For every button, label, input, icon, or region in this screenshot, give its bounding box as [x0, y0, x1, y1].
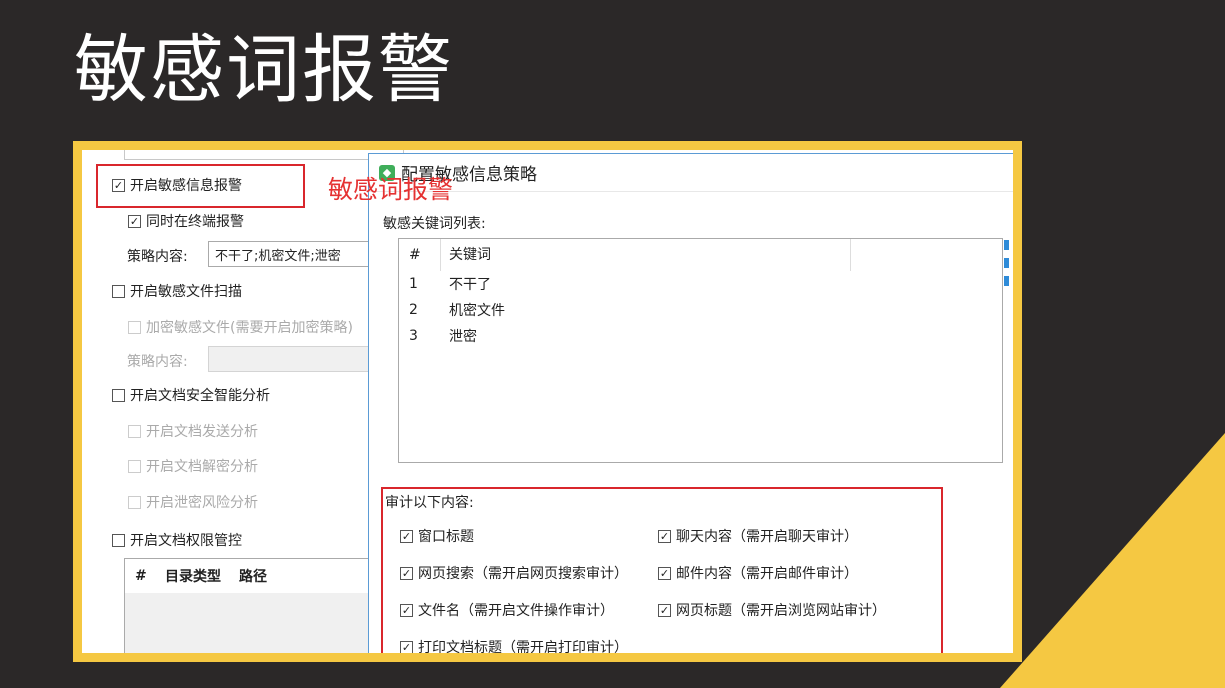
audit-email-checkbox[interactable]: ✓ 邮件内容（需开启邮件审计） [658, 563, 858, 583]
screenshot: ✓ 开启敏感信息报警 ✓ 同时在终端报警 策略内容: 不干了;机密文件;泄密 开… [82, 150, 1013, 653]
audit-option-label: 打印文档标题（需开启打印审计） [418, 640, 628, 653]
doc-analysis-label: 开启文档安全智能分析 [130, 388, 270, 404]
audit-option-label: 窗口标题 [418, 529, 474, 545]
permission-checkbox[interactable]: 开启文档权限管控 [112, 530, 242, 550]
audit-chat-checkbox[interactable]: ✓ 聊天内容（需开启聊天审计） [658, 526, 858, 546]
kw-word: 不干了 [449, 277, 491, 293]
audit-option-label: 网页搜索（需开启网页搜索审计） [418, 566, 628, 582]
directory-table-body [125, 593, 383, 653]
checkbox-disabled-icon [128, 495, 141, 509]
permission-label: 开启文档权限管控 [130, 533, 242, 549]
terminal-alert-checkbox[interactable]: ✓ 同时在终端报警 [128, 211, 244, 231]
leak-risk-checkbox[interactable]: 开启泄密风险分析 [128, 492, 258, 512]
audit-option-label: 文件名（需开启文件操作审计） [418, 603, 614, 619]
kw-num: 1 [409, 276, 418, 292]
checkbox-checked-icon: ✓ [400, 603, 413, 617]
checkbox-disabled-icon [128, 459, 141, 473]
settings-panel: ✓ 开启敏感信息报警 ✓ 同时在终端报警 策略内容: 不干了;机密文件;泄密 开… [82, 150, 404, 653]
audit-option-label: 邮件内容（需开启邮件审计） [676, 566, 858, 582]
policy-dialog: ◆ 配置敏感信息策略 敏感关键词列表: # 关键词 1 不干了 2 机密文件 3… [368, 153, 1013, 653]
doc-analysis-checkbox[interactable]: 开启文档安全智能分析 [112, 385, 270, 405]
audit-print-checkbox[interactable]: ✓ 打印文档标题（需开启打印审计） [400, 637, 628, 653]
audit-option-label: 聊天内容（需开启聊天审计） [676, 529, 858, 545]
checkbox-unchecked-icon [112, 388, 125, 402]
checkbox-disabled-icon [128, 424, 141, 438]
checkbox-checked-icon: ✓ [658, 603, 671, 617]
keyword-list-header: # 关键词 [399, 239, 1002, 271]
checkbox-disabled-icon [128, 320, 141, 334]
col-num-header: # [135, 568, 147, 584]
doc-send-checkbox[interactable]: 开启文档发送分析 [128, 421, 258, 441]
policy-content-input[interactable]: 不干了;机密文件;泄密 [208, 241, 378, 267]
list-item[interactable]: 1 不干了 [399, 271, 1002, 297]
col-type-header: 目录类型 [165, 569, 221, 585]
doc-decrypt-checkbox[interactable]: 开启文档解密分析 [128, 456, 258, 476]
list-item[interactable]: 2 机密文件 [399, 297, 1002, 323]
kw-num: 3 [409, 328, 418, 344]
checkbox-checked-icon: ✓ [128, 214, 141, 228]
directory-table-header: # 目录类型 路径 [125, 559, 383, 593]
kw-num: 2 [409, 302, 418, 318]
checkbox-checked-icon: ✓ [400, 529, 413, 543]
policy-content-label-2: 策略内容: [127, 351, 188, 371]
highlight-box-alert [96, 164, 305, 208]
keyword-list-label: 敏感关键词列表: [383, 216, 486, 232]
terminal-alert-label: 同时在终端报警 [146, 214, 244, 230]
checkbox-unchecked-icon [112, 533, 125, 547]
dialog-titlebar: ◆ 配置敏感信息策略 [369, 154, 1013, 192]
file-scan-checkbox[interactable]: 开启敏感文件扫描 [112, 281, 242, 301]
audit-filename-checkbox[interactable]: ✓ 文件名（需开启文件操作审计） [400, 600, 614, 620]
keyword-list[interactable]: # 关键词 1 不干了 2 机密文件 3 泄密 [398, 238, 1003, 463]
checkbox-checked-icon: ✓ [400, 566, 413, 580]
audit-web-search-checkbox[interactable]: ✓ 网页搜索（需开启网页搜索审计） [400, 563, 628, 583]
audit-option-label: 网页标题（需开启浏览网站审计） [676, 603, 886, 619]
leak-risk-label: 开启泄密风险分析 [146, 495, 258, 511]
file-scan-label: 开启敏感文件扫描 [130, 284, 242, 300]
doc-send-label: 开启文档发送分析 [146, 424, 258, 440]
kw-word: 泄密 [449, 329, 477, 345]
encrypt-sensitive-checkbox[interactable]: 加密敏感文件(需要开启加密策略) [128, 317, 353, 337]
encrypt-sensitive-label: 加密敏感文件(需要开启加密策略) [146, 320, 353, 336]
checkbox-checked-icon: ✓ [400, 640, 413, 653]
policy-content-label: 策略内容: [127, 246, 188, 266]
checkbox-checked-icon: ✓ [658, 529, 671, 543]
policy-content-input-2[interactable] [208, 346, 378, 372]
policy-content-text-2: 策略内容: [127, 354, 188, 370]
checkbox-checked-icon: ✓ [658, 566, 671, 580]
col-path-header: 路径 [239, 569, 267, 585]
policy-content-text: 策略内容: [127, 249, 188, 265]
panel-top-edge [124, 150, 404, 160]
background-window-fragment [1004, 240, 1010, 300]
annotation-label: 敏感词报警 [328, 175, 454, 204]
audit-web-title-checkbox[interactable]: ✓ 网页标题（需开启浏览网站审计） [658, 600, 886, 620]
list-item[interactable]: 3 泄密 [399, 323, 1002, 349]
audit-window-title-checkbox[interactable]: ✓ 窗口标题 [400, 526, 474, 546]
corner-accent-triangle [1000, 433, 1225, 688]
directory-table: # 目录类型 路径 [124, 558, 384, 653]
checkbox-unchecked-icon [112, 284, 125, 298]
kw-col-num: # [399, 239, 441, 271]
audit-label: 审计以下内容: [385, 495, 474, 511]
doc-decrypt-label: 开启文档解密分析 [146, 459, 258, 475]
slide-title: 敏感词报警 [74, 27, 454, 113]
kw-word: 机密文件 [449, 303, 505, 319]
kw-col-word: 关键词 [441, 239, 851, 271]
